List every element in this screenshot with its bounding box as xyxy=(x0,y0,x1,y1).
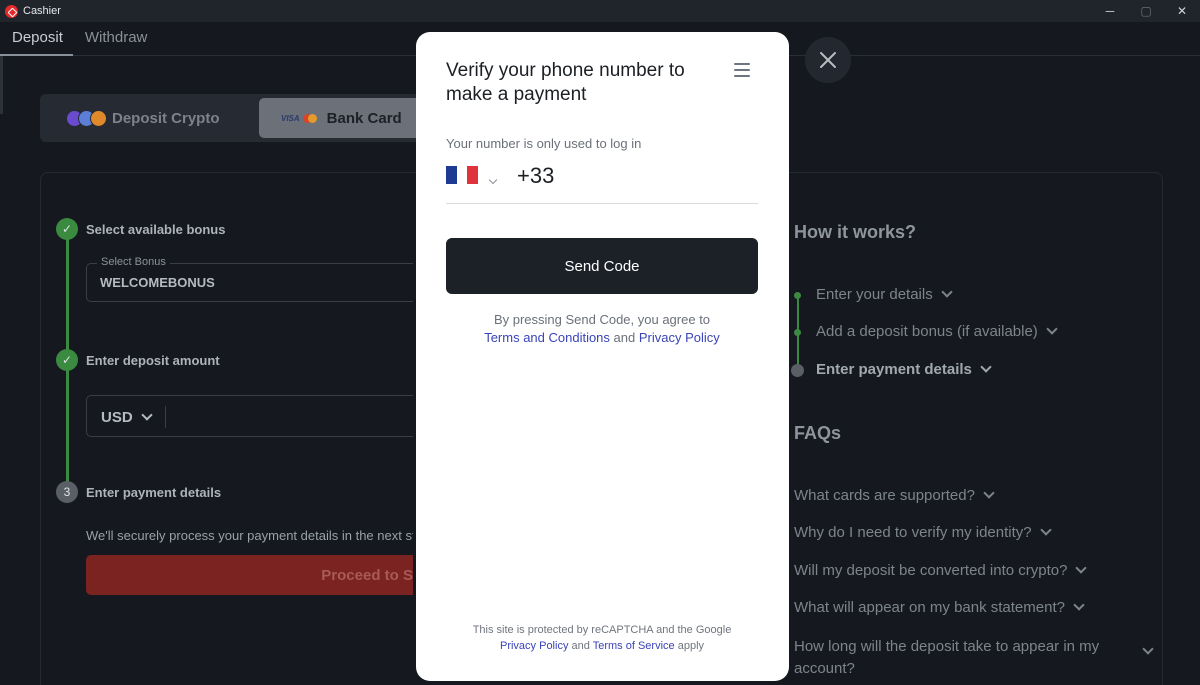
how-item-payment[interactable]: Enter payment details xyxy=(816,361,992,378)
chevron-down-icon xyxy=(983,487,995,499)
chevron-down-icon xyxy=(941,286,953,298)
payment-method-switch: Deposit Crypto VISA Bank Card xyxy=(40,94,459,142)
how-step-dot xyxy=(794,292,801,299)
modal-title: Verify your phone number to make a payme… xyxy=(446,60,685,105)
cashier-app-icon xyxy=(5,4,18,18)
how-step-dot-current xyxy=(791,364,804,377)
visa-icon: VISA xyxy=(281,113,300,123)
amount-field[interactable]: USD xyxy=(86,395,413,437)
recaptcha-apply: apply xyxy=(677,640,705,652)
faq-item[interactable]: How long will the deposit take to appear… xyxy=(794,636,1154,680)
faq-question: What will appear on my bank statement? xyxy=(794,599,1065,616)
chevron-down-icon xyxy=(1046,323,1058,335)
france-flag-icon[interactable] xyxy=(446,166,479,184)
phone-input[interactable]: +33 xyxy=(446,160,758,204)
scrollbar[interactable] xyxy=(0,56,3,114)
faq-question: How long will the deposit take to appear… xyxy=(794,638,1100,677)
chevron-down-icon xyxy=(980,361,992,373)
terms-link[interactable]: Terms and Conditions xyxy=(484,330,610,345)
chevron-down-icon xyxy=(1075,562,1088,574)
deposit-crypto-label: Deposit Crypto xyxy=(112,109,220,127)
faq-item[interactable]: Why do I need to verify my identity? xyxy=(794,524,1052,541)
menu-icon[interactable] xyxy=(734,63,750,77)
google-terms-link[interactable]: Terms of Service xyxy=(593,640,675,652)
how-step-dot xyxy=(794,329,801,336)
close-window-button[interactable]: ✕ xyxy=(1164,0,1200,22)
agreement-text: By pressing Send Code, you agree to Term… xyxy=(446,311,758,347)
currency-select[interactable]: USD xyxy=(101,409,153,426)
chevron-down-icon xyxy=(1039,524,1052,536)
step-number: 3 xyxy=(56,481,78,503)
crypto-coins-icon xyxy=(66,109,107,127)
step-done-icon: ✓ xyxy=(56,218,78,240)
proceed-button[interactable]: Proceed to S xyxy=(86,555,413,595)
window-controls: ─ ▢ ✕ xyxy=(1092,0,1200,22)
faq-question: Why do I need to verify my identity? xyxy=(794,524,1032,541)
bank-card-label: Bank Card xyxy=(326,109,402,127)
secure-process-text: We'll securely process your payment deta… xyxy=(86,528,413,543)
faq-item[interactable]: What cards are supported? xyxy=(794,487,995,504)
recaptcha-text: This site is protected by reCAPTCHA and … xyxy=(472,624,732,636)
step-title: Enter payment details xyxy=(86,485,222,500)
bonus-select-legend: Select Bonus xyxy=(97,256,170,268)
window-title: Cashier xyxy=(23,5,61,17)
faq-item[interactable]: What will appear on my bank statement? xyxy=(794,599,1085,616)
field-divider xyxy=(165,406,166,428)
faq-item[interactable]: Will my deposit be converted into crypto… xyxy=(794,562,1088,579)
privacy-link[interactable]: Privacy Policy xyxy=(639,330,720,345)
chevron-down-icon xyxy=(141,409,153,421)
how-it-works-title: How it works? xyxy=(794,222,917,242)
minimize-button[interactable]: ─ xyxy=(1092,0,1128,22)
send-code-button[interactable]: Send Code xyxy=(446,238,758,294)
chevron-down-icon[interactable] xyxy=(488,170,498,188)
close-modal-button[interactable] xyxy=(805,37,851,83)
maximize-button[interactable]: ▢ xyxy=(1128,0,1164,22)
proceed-label: Proceed to S xyxy=(321,566,413,584)
chevron-down-icon xyxy=(1073,599,1085,611)
bonus-select[interactable]: Select Bonus WELCOMEBONUS xyxy=(86,256,413,302)
deposit-crypto-button[interactable]: Deposit Crypto xyxy=(44,98,256,138)
google-privacy-link[interactable]: Privacy Policy xyxy=(500,640,568,652)
how-item-label: Enter your details xyxy=(816,286,933,303)
send-code-label: Send Code xyxy=(564,257,640,275)
recaptcha-notice: This site is protected by reCAPTCHA and … xyxy=(446,622,758,654)
chevron-down-icon xyxy=(1142,643,1154,655)
verify-phone-modal: Verify your phone number to make a payme… xyxy=(416,32,789,681)
step-done-icon: ✓ xyxy=(56,349,78,371)
tab-withdraw[interactable]: Withdraw xyxy=(73,22,158,56)
how-item-label: Enter payment details xyxy=(816,361,972,378)
close-icon xyxy=(820,52,836,68)
bonus-select-value: WELCOMEBONUS xyxy=(100,275,215,290)
recaptcha-and: and xyxy=(571,640,590,652)
how-item-label: Add a deposit bonus (if available) xyxy=(816,323,1038,340)
faq-question: What cards are supported? xyxy=(794,487,975,504)
card-brands-icon: VISA xyxy=(281,113,317,123)
currency-value: USD xyxy=(101,409,133,426)
modal-subtitle: Your number is only used to log in xyxy=(446,136,642,151)
title-bar: Cashier ─ ▢ ✕ xyxy=(0,0,1200,22)
country-code: +33 xyxy=(517,163,555,188)
how-item-details[interactable]: Enter your details xyxy=(816,286,953,303)
tab-deposit[interactable]: Deposit xyxy=(0,22,73,56)
step-title: Enter deposit amount xyxy=(86,353,220,368)
agreement-prefix: By pressing Send Code, you agree to xyxy=(493,312,711,327)
faqs-title: FAQs xyxy=(794,423,842,443)
agreement-and: and xyxy=(613,330,636,345)
step-title: Select available bonus xyxy=(86,222,226,237)
how-item-bonus[interactable]: Add a deposit bonus (if available) xyxy=(816,323,1058,340)
faq-question: Will my deposit be converted into crypto… xyxy=(794,562,1068,579)
